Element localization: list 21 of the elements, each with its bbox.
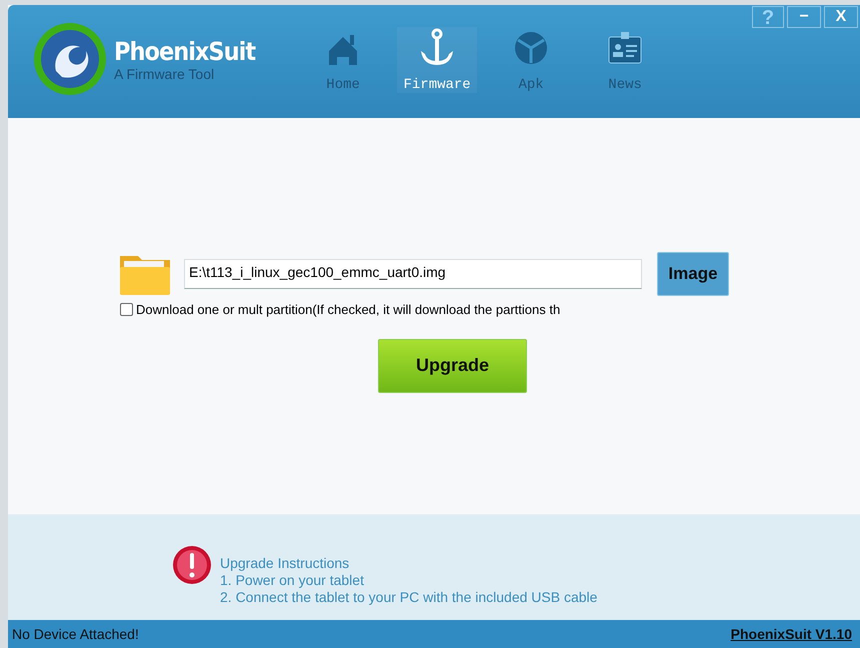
file-path-field[interactable]: E:\t113_i_linux_gec100_emmc_uart0.img	[184, 258, 642, 289]
nav-tab[interactable]: Firmware	[397, 27, 478, 93]
instructions-title: Upgrade Instructions	[220, 555, 350, 572]
app-name: PhoenixSuit	[114, 36, 256, 66]
instruction-line: 1. Power on your tablet	[220, 572, 365, 590]
nav-tab[interactable]: News	[585, 27, 666, 93]
version-label: PhoenixSuit V1.10	[730, 626, 852, 642]
image-button[interactable]: Image	[657, 252, 729, 296]
warning-icon	[172, 545, 212, 586]
device-status: No Device Attached!	[12, 626, 139, 642]
minimize-button[interactable]: −	[787, 6, 821, 28]
instruction-line: 2. Connect the tablet to your PC with the included USB cable	[220, 589, 598, 606]
checkbox-label: Download one or mult partition(If checked, it will download the parttions th	[136, 302, 560, 317]
help-button[interactable]: ?	[752, 6, 784, 28]
nav-tab[interactable]: Apk	[491, 27, 572, 93]
partition-checkbox[interactable]	[120, 302, 133, 316]
phoenix-logo-icon	[32, 21, 108, 97]
upgrade-button[interactable]: Upgrade	[378, 338, 527, 393]
nav-tab[interactable]: Home	[303, 27, 384, 93]
app-tagline: A Firmware Tool	[114, 66, 216, 82]
close-button[interactable]: X	[824, 6, 858, 28]
